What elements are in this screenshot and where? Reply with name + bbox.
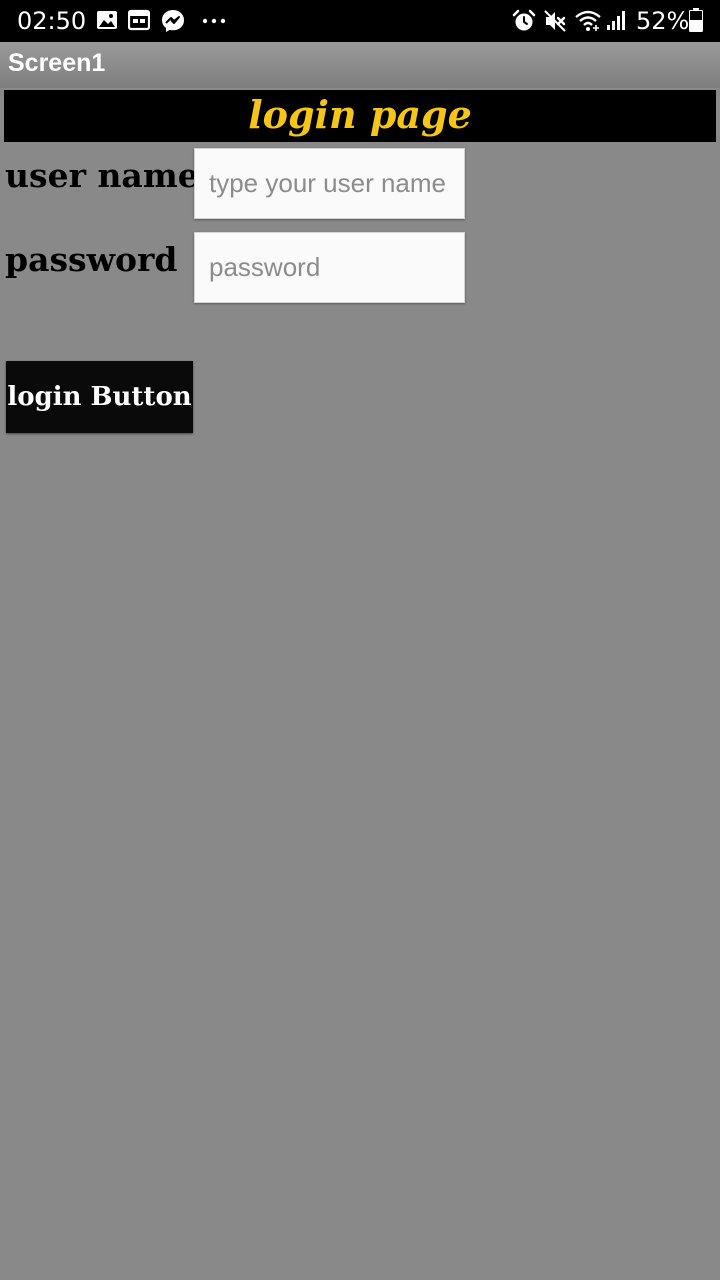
status-time: 02:50 <box>17 7 87 35</box>
login-page-banner: login page <box>4 90 716 142</box>
battery-icon <box>689 8 703 32</box>
password-label: password <box>5 240 178 279</box>
image-icon <box>97 11 117 29</box>
signal-icon <box>607 11 625 30</box>
username-input[interactable] <box>194 148 465 219</box>
password-input[interactable] <box>194 232 465 303</box>
status-bar: 02:50 52% <box>0 0 720 42</box>
calendar-icon <box>128 9 150 31</box>
more-dots-icon <box>202 18 226 24</box>
alarm-icon <box>512 9 536 31</box>
messenger-icon <box>162 10 184 32</box>
page-heading: login page <box>248 91 472 137</box>
mute-icon <box>544 10 566 32</box>
battery-percent: 52% <box>636 7 690 35</box>
app-title-bar: Screen1 <box>0 42 720 88</box>
wifi-icon <box>575 10 601 31</box>
username-label: user name <box>5 156 199 195</box>
login-button[interactable]: login Button <box>6 361 193 433</box>
screen-title: Screen1 <box>8 49 106 77</box>
